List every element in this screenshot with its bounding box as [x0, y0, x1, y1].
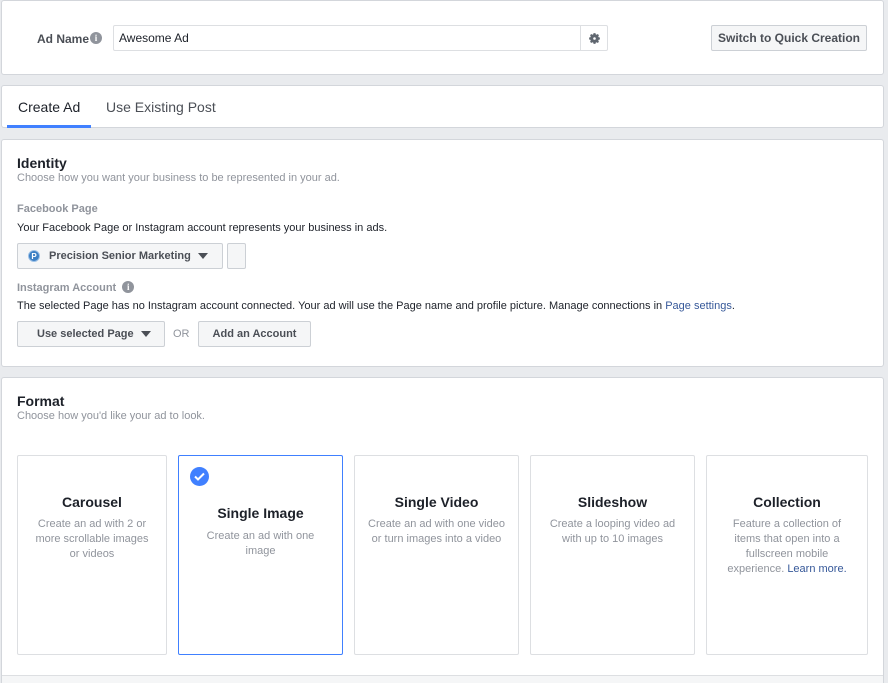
ad-name-settings-button[interactable]	[580, 26, 607, 50]
format-footer-divider	[2, 675, 883, 683]
format-subtitle: Choose how you'd like your ad to look.	[17, 410, 205, 422]
format-section: Format Choose how you'd like your ad to …	[1, 377, 884, 683]
format-option-description: Create an ad with one image	[206, 530, 315, 557]
info-icon[interactable]: i	[90, 32, 102, 44]
tabs-bar: Create Ad Use Existing Post	[1, 85, 884, 128]
facebook-page-description: Your Facebook Page or Instagram account …	[17, 222, 388, 234]
use-selected-page-dropdown[interactable]: Use selected Page	[17, 321, 165, 347]
format-option-single-image[interactable]: Single Image Create an ad with one image	[178, 455, 343, 655]
add-an-account-button[interactable]: Add an Account	[198, 321, 311, 347]
facebook-page-selected: Precision Senior Marketing	[49, 250, 191, 262]
facebook-page-dropdown[interactable]: P Precision Senior Marketing	[17, 243, 223, 269]
format-option-title: Single Image	[217, 505, 304, 521]
tab-create-ad[interactable]: Create Ad	[7, 86, 91, 128]
chevron-down-icon	[197, 253, 208, 259]
facebook-page-label: Facebook Page	[17, 203, 98, 215]
identity-title: Identity	[17, 155, 67, 171]
add-an-account-label: Add an Account	[212, 328, 297, 340]
format-option-carousel[interactable]: Carousel Create an ad with 2 or more scr…	[17, 455, 167, 655]
format-option-single-video[interactable]: Single Video Create an ad with one video…	[354, 455, 519, 655]
instagram-description-text: The selected Page has no Instagram accou…	[17, 300, 666, 312]
format-option-description: Create an ad with one video or turn imag…	[368, 518, 505, 545]
page-settings-link[interactable]: Page settings	[665, 300, 732, 312]
tab-label: Create Ad	[18, 99, 81, 115]
switch-to-quick-creation-button[interactable]: Switch to Quick Creation	[711, 25, 867, 51]
chevron-down-icon	[140, 331, 151, 337]
instagram-account-label: Instagram Account i	[17, 281, 135, 294]
tab-use-existing-post[interactable]: Use Existing Post	[95, 86, 227, 128]
checkmark-icon	[190, 467, 209, 486]
format-option-title: Single Video	[394, 494, 479, 510]
tab-label: Use Existing Post	[106, 99, 216, 115]
instagram-account-description: The selected Page has no Instagram accou…	[17, 300, 735, 312]
gear-icon	[588, 32, 600, 44]
ad-name-label: Ad Name	[37, 32, 90, 46]
page-avatar: P	[28, 250, 40, 262]
format-option-description: Create a looping video ad with up to 10 …	[549, 518, 676, 545]
identity-subtitle: Choose how you want your business to be …	[17, 172, 340, 184]
format-option-description: Feature a collection of items that open …	[723, 517, 851, 577]
instagram-account-label-text: Instagram Account	[17, 282, 117, 294]
format-option-title: Collection	[753, 494, 821, 510]
active-tab-indicator	[7, 125, 91, 128]
use-selected-page-label: Use selected Page	[37, 328, 134, 340]
ad-name-card: Ad Name i Switch to Quick Creation	[1, 0, 884, 75]
format-option-collection[interactable]: Collection Feature a collection of items…	[706, 455, 868, 655]
identity-section: Identity Choose how you want your busine…	[1, 139, 884, 367]
ad-name-input[interactable]	[113, 25, 608, 51]
format-option-title: Slideshow	[577, 494, 648, 510]
or-separator: OR	[173, 328, 190, 340]
learn-more-link[interactable]: Learn more.	[787, 563, 846, 575]
facebook-page-extra-button[interactable]	[227, 243, 246, 269]
format-option-description: Create an ad with 2 or more scrollable i…	[35, 518, 149, 560]
instagram-description-suffix: .	[731, 300, 735, 312]
format-option-slideshow[interactable]: Slideshow Create a looping video ad with…	[530, 455, 695, 655]
format-option-title: Carousel	[62, 494, 122, 510]
info-icon[interactable]: i	[122, 281, 135, 293]
format-title: Format	[17, 393, 65, 409]
